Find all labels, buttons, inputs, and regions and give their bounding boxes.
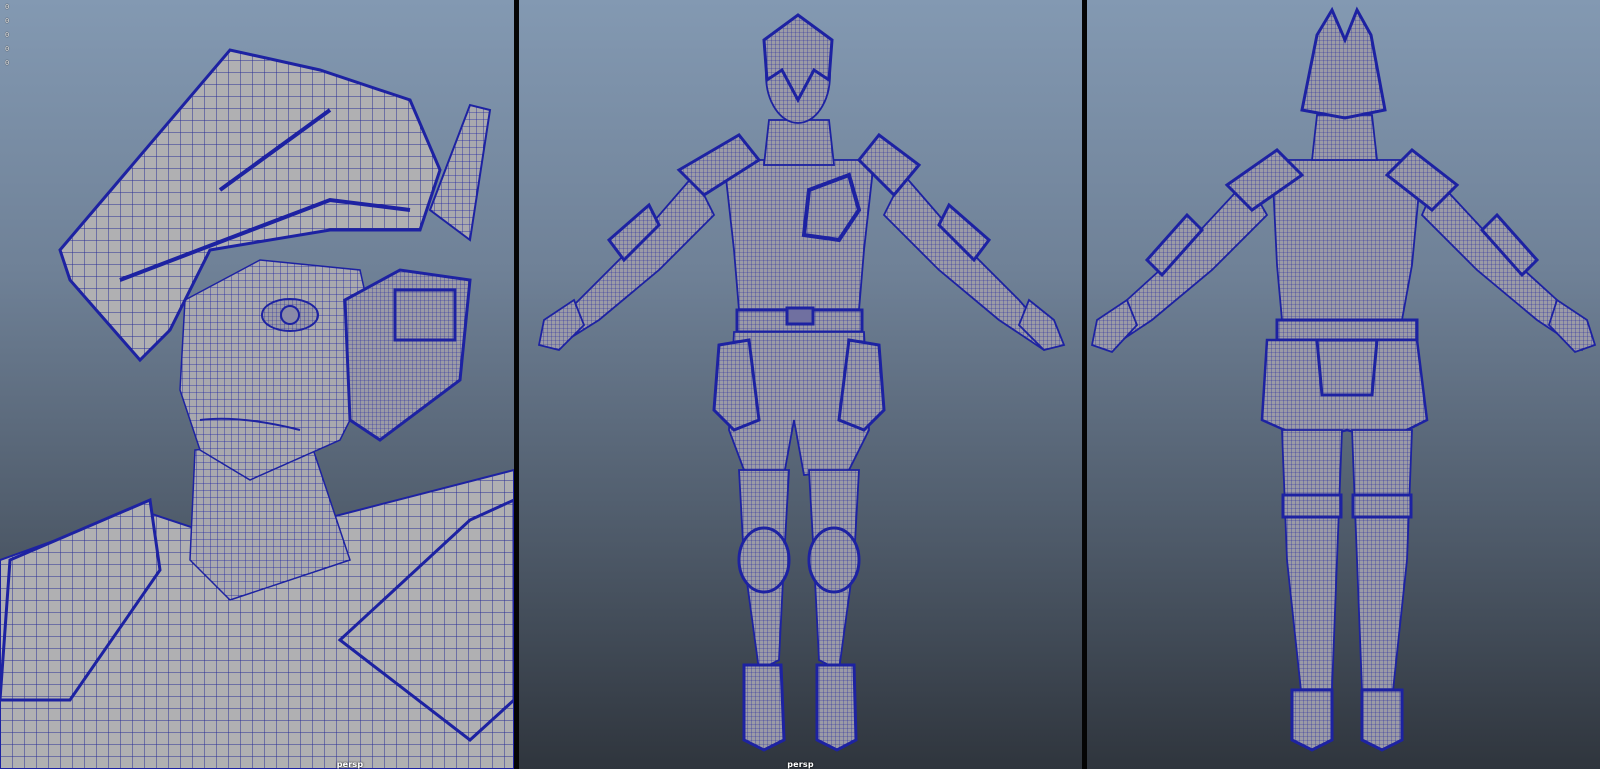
viewport-back[interactable]: persp	[1087, 0, 1600, 769]
head-closeup-model	[0, 48, 514, 769]
viewport-front[interactable]: persp	[519, 0, 1082, 769]
viewport-layout: 0 0 0 0 0 persp persp	[0, 0, 1600, 769]
viewport-closeup[interactable]: 0 0 0 0 0 persp	[0, 0, 514, 769]
character-front-model	[537, 13, 1066, 752]
hud-value: 0	[5, 3, 10, 11]
character-back-model	[1090, 6, 1597, 752]
camera-label: persp	[336, 760, 364, 769]
hud-value: 0	[5, 59, 10, 67]
camera-label: persp	[787, 760, 814, 769]
hud-readout: 0 0 0 0 0	[5, 0, 9, 70]
hud-value: 0	[5, 17, 10, 25]
hud-value: 0	[5, 45, 10, 53]
hud-value: 0	[5, 31, 10, 39]
